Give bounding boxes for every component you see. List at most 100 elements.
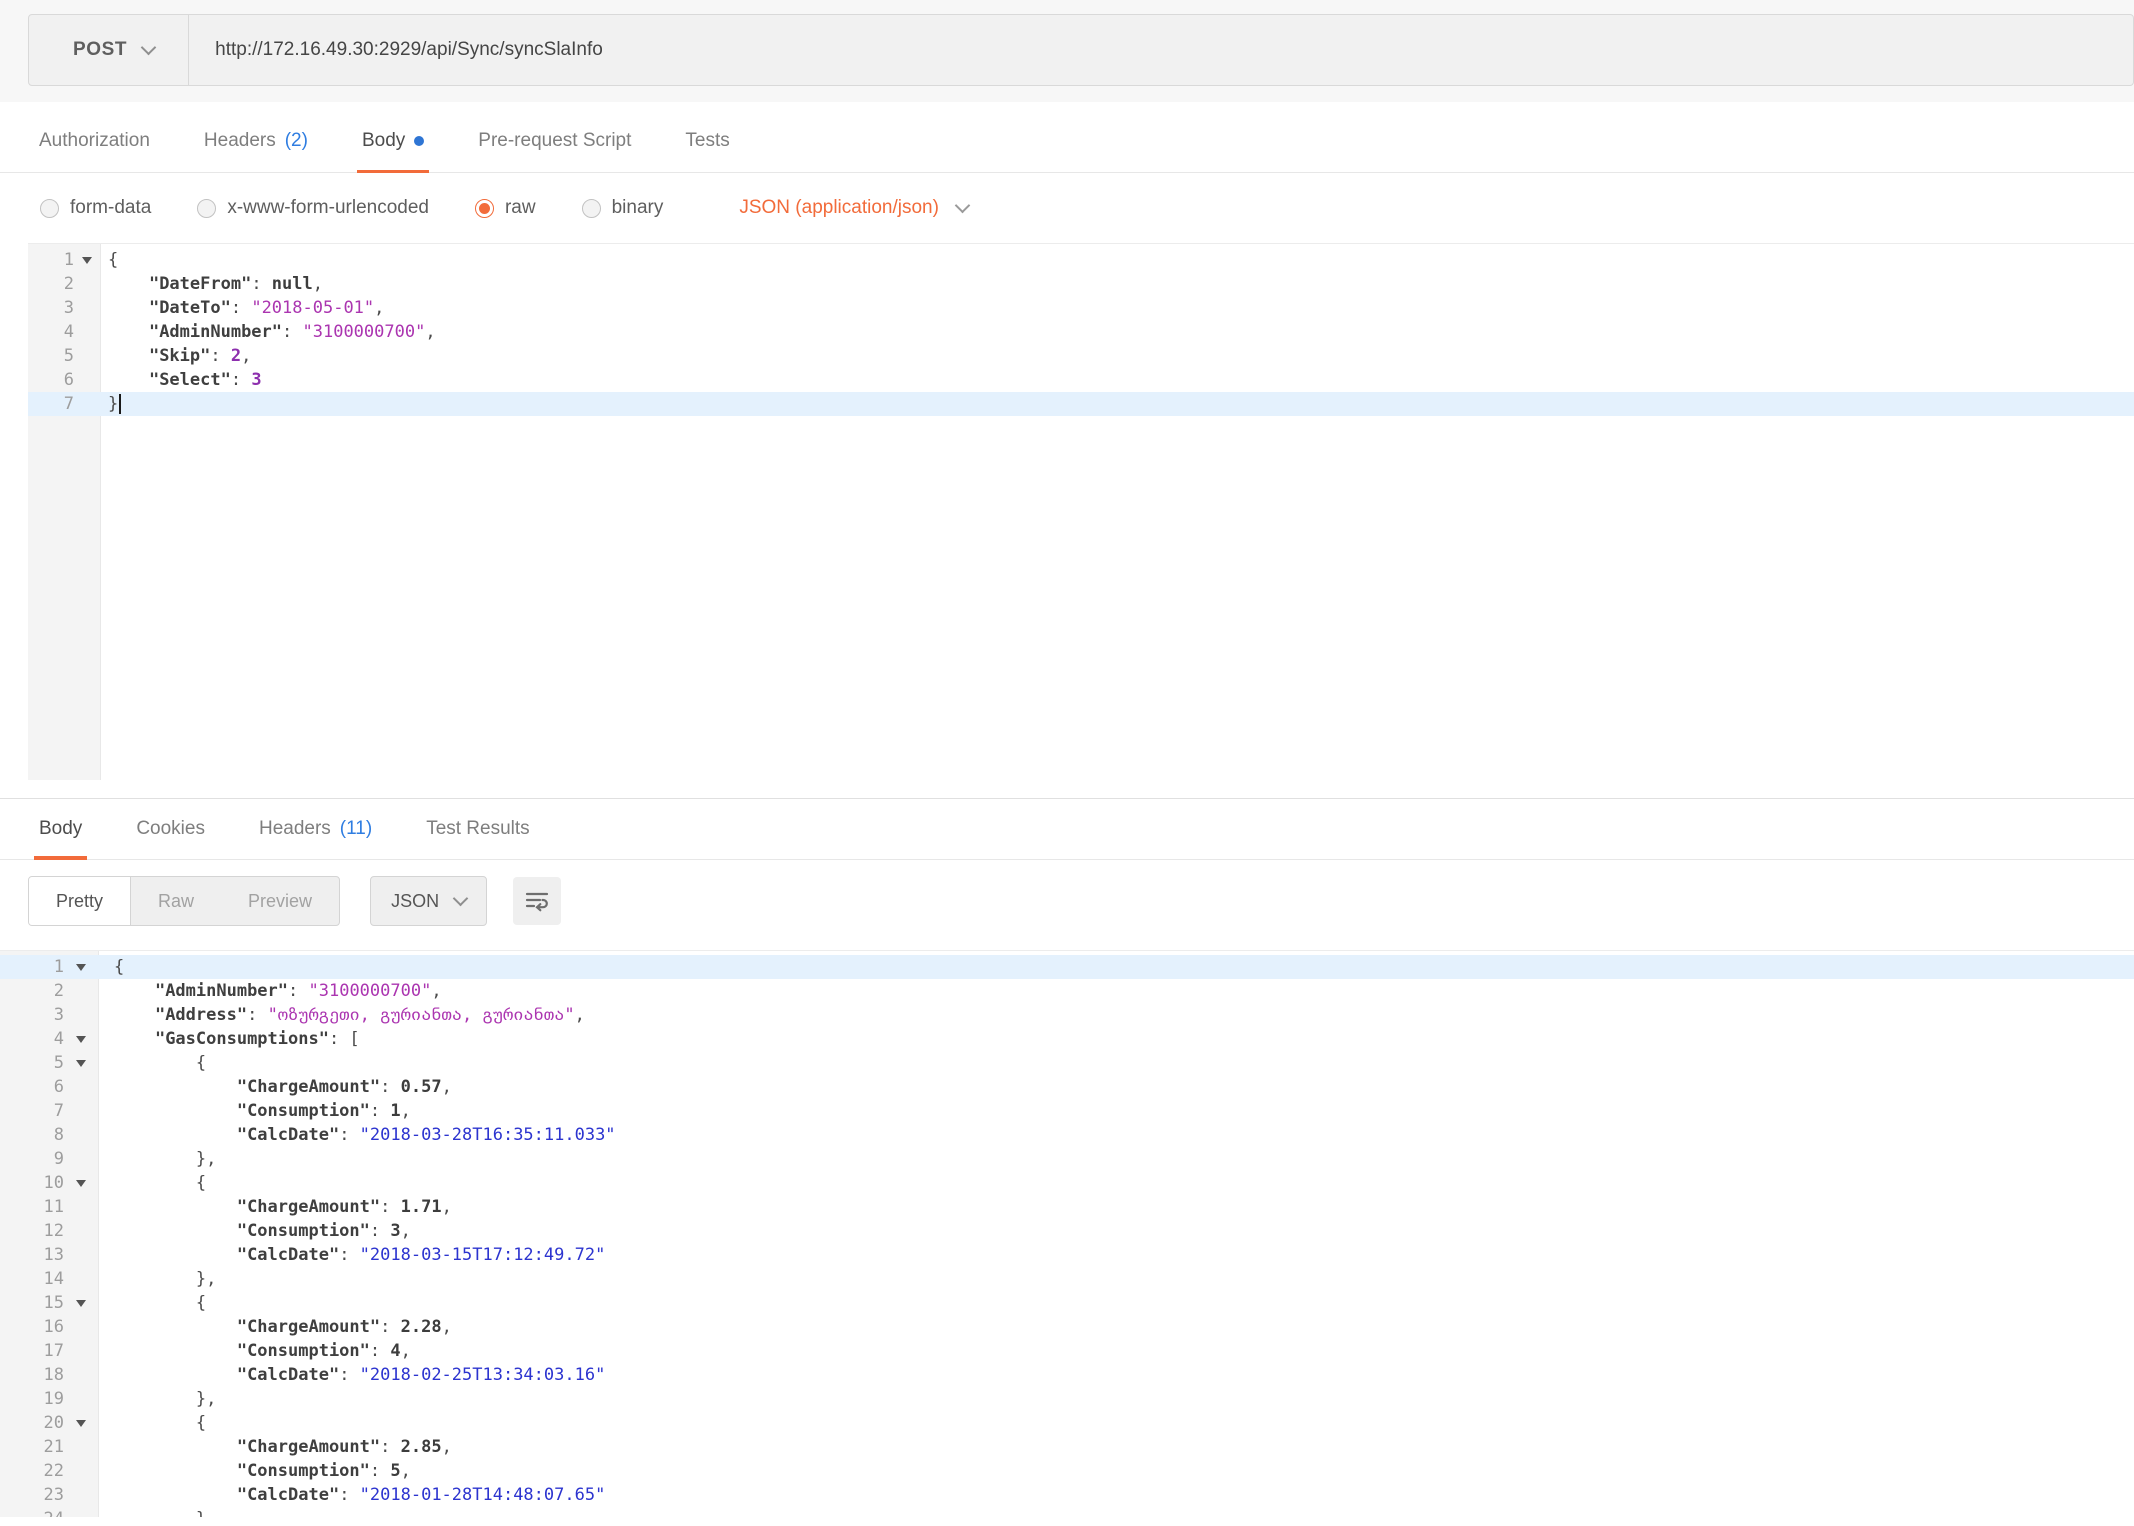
fold-toggle-icon[interactable] bbox=[64, 1411, 98, 1435]
content-type-dropdown[interactable]: JSON (application/json) bbox=[739, 197, 968, 219]
code-line-4[interactable]: 4 "AdminNumber": "3100000700", bbox=[28, 320, 2134, 344]
line-number: 6 bbox=[28, 368, 74, 392]
code-line-6[interactable]: 6 "ChargeAmount": 0.57, bbox=[0, 1075, 2134, 1099]
view-button-pretty[interactable]: Pretty bbox=[29, 877, 131, 925]
request-tab-authorization[interactable]: Authorization bbox=[34, 110, 155, 172]
code-line-7[interactable]: 7} bbox=[28, 392, 2134, 416]
code-line-11[interactable]: 11 "ChargeAmount": 1.71, bbox=[0, 1195, 2134, 1219]
code-line-1[interactable]: 1{ bbox=[28, 248, 2134, 272]
body-mode-radio-form-data[interactable]: form-data bbox=[40, 197, 151, 219]
code-line-10[interactable]: 10 { bbox=[0, 1171, 2134, 1195]
line-number: 9 bbox=[0, 1147, 64, 1171]
code-text: "Consumption": 1, bbox=[98, 1099, 411, 1123]
code-line-16[interactable]: 16 "ChargeAmount": 2.28, bbox=[0, 1315, 2134, 1339]
radio-label: raw bbox=[505, 197, 536, 219]
body-mode-radio-raw[interactable]: raw bbox=[475, 197, 536, 219]
code-line-2[interactable]: 2 "AdminNumber": "3100000700", bbox=[0, 979, 2134, 1003]
fold-toggle-icon[interactable] bbox=[64, 1027, 98, 1051]
response-format-dropdown[interactable]: JSON bbox=[370, 876, 487, 926]
code-line-8[interactable]: 8 "CalcDate": "2018-03-28T16:35:11.033" bbox=[0, 1123, 2134, 1147]
radio-label: binary bbox=[612, 197, 664, 219]
request-tab-pre-request-script[interactable]: Pre-request Script bbox=[473, 110, 636, 172]
body-mode-radios: form-data x-www-form-urlencoded raw binary bbox=[40, 197, 709, 219]
view-button-preview[interactable]: Preview bbox=[221, 877, 339, 925]
fold-spacer bbox=[74, 296, 100, 320]
request-tab-headers[interactable]: Headers(2) bbox=[199, 110, 313, 172]
code-text: "AdminNumber": "3100000700", bbox=[100, 320, 436, 344]
code-text: "CalcDate": "2018-03-28T16:35:11.033" bbox=[98, 1123, 616, 1147]
request-tab-tests[interactable]: Tests bbox=[680, 110, 734, 172]
code-text: "Consumption": 5, bbox=[98, 1459, 411, 1483]
code-line-2[interactable]: 2 "DateFrom": null, bbox=[28, 272, 2134, 296]
code-line-5[interactable]: 5 "Skip": 2, bbox=[28, 344, 2134, 368]
line-number: 8 bbox=[0, 1123, 64, 1147]
code-line-9[interactable]: 9 }, bbox=[0, 1147, 2134, 1171]
code-line-17[interactable]: 17 "Consumption": 4, bbox=[0, 1339, 2134, 1363]
response-tab-headers[interactable]: Headers(11) bbox=[254, 799, 377, 859]
tab-count-badge: (2) bbox=[285, 130, 308, 152]
code-text: "ChargeAmount": 2.85, bbox=[98, 1435, 452, 1459]
code-line-6[interactable]: 6 "Select": 3 bbox=[28, 368, 2134, 392]
body-mode-radio-x-www-form-urlencoded[interactable]: x-www-form-urlencoded bbox=[197, 197, 429, 219]
fold-toggle-icon[interactable] bbox=[74, 248, 100, 272]
fold-toggle-icon[interactable] bbox=[64, 955, 98, 979]
code-line-12[interactable]: 12 "Consumption": 3, bbox=[0, 1219, 2134, 1243]
line-number: 12 bbox=[0, 1219, 64, 1243]
code-text: { bbox=[98, 1051, 206, 1075]
line-number: 6 bbox=[0, 1075, 64, 1099]
fold-spacer bbox=[74, 272, 100, 296]
code-line-13[interactable]: 13 "CalcDate": "2018-03-15T17:12:49.72" bbox=[0, 1243, 2134, 1267]
line-number: 24 bbox=[0, 1507, 64, 1517]
code-text: { bbox=[98, 1411, 206, 1435]
line-number: 18 bbox=[0, 1363, 64, 1387]
code-line-23[interactable]: 23 "CalcDate": "2018-01-28T14:48:07.65" bbox=[0, 1483, 2134, 1507]
code-line-19[interactable]: 19 }, bbox=[0, 1387, 2134, 1411]
postman-window: POST http://172.16.49.30:2929/api/Sync/s… bbox=[0, 0, 2134, 1526]
method-dropdown[interactable]: POST bbox=[29, 15, 189, 85]
view-button-raw[interactable]: Raw bbox=[131, 877, 221, 925]
code-line-3[interactable]: 3 "Address": "ოზურგეთი, გურიანთა, გურიან… bbox=[0, 1003, 2134, 1027]
request-tab-body[interactable]: Body bbox=[357, 110, 429, 172]
fold-toggle-icon[interactable] bbox=[64, 1051, 98, 1075]
request-body-editor[interactable]: 1{2 "DateFrom": null,3 "DateTo": "2018-0… bbox=[28, 243, 2134, 780]
chevron-down-icon bbox=[955, 198, 971, 214]
code-text: }, bbox=[98, 1267, 216, 1291]
code-line-20[interactable]: 20 { bbox=[0, 1411, 2134, 1435]
line-number: 7 bbox=[28, 392, 74, 416]
code-line-21[interactable]: 21 "ChargeAmount": 2.85, bbox=[0, 1435, 2134, 1459]
code-text: "Skip": 2, bbox=[100, 344, 251, 368]
code-text: { bbox=[98, 1291, 206, 1315]
fold-spacer bbox=[64, 1099, 98, 1123]
code-line-24[interactable]: 24 }, bbox=[0, 1507, 2134, 1517]
code-line-22[interactable]: 22 "Consumption": 5, bbox=[0, 1459, 2134, 1483]
code-line-4[interactable]: 4 "GasConsumptions": [ bbox=[0, 1027, 2134, 1051]
request-tabs: Authorization Headers(2) Body Pre-request S… bbox=[0, 110, 2134, 173]
pane-splitter[interactable] bbox=[0, 780, 2134, 798]
line-number: 17 bbox=[0, 1339, 64, 1363]
url-input[interactable]: http://172.16.49.30:2929/api/Sync/syncSl… bbox=[189, 15, 2133, 85]
fold-spacer bbox=[64, 1195, 98, 1219]
code-line-18[interactable]: 18 "CalcDate": "2018-02-25T13:34:03.16" bbox=[0, 1363, 2134, 1387]
wrap-lines-button[interactable] bbox=[513, 877, 561, 925]
code-line-15[interactable]: 15 { bbox=[0, 1291, 2134, 1315]
code-text: "AdminNumber": "3100000700", bbox=[98, 979, 442, 1003]
line-number: 1 bbox=[28, 248, 74, 272]
response-body-editor[interactable]: 1{2 "AdminNumber": "3100000700",3 "Addre… bbox=[0, 950, 2134, 1517]
fold-toggle-icon[interactable] bbox=[64, 1171, 98, 1195]
code-line-3[interactable]: 3 "DateTo": "2018-05-01", bbox=[28, 296, 2134, 320]
response-tab-cookies[interactable]: Cookies bbox=[131, 799, 210, 859]
body-mode-radio-binary[interactable]: binary bbox=[582, 197, 664, 219]
response-tab-body[interactable]: Body bbox=[34, 799, 87, 859]
line-number: 11 bbox=[0, 1195, 64, 1219]
tab-label: Headers bbox=[259, 818, 331, 840]
body-mode-row: form-datax-www-form-urlencodedrawbinary … bbox=[0, 173, 2134, 243]
radio-icon bbox=[475, 199, 494, 218]
code-line-14[interactable]: 14 }, bbox=[0, 1267, 2134, 1291]
code-line-5[interactable]: 5 { bbox=[0, 1051, 2134, 1075]
code-line-1[interactable]: 1{ bbox=[0, 955, 2134, 979]
tab-label: Pre-request Script bbox=[478, 130, 631, 152]
radio-icon bbox=[582, 199, 601, 218]
response-tab-test-results[interactable]: Test Results bbox=[421, 799, 534, 859]
fold-toggle-icon[interactable] bbox=[64, 1291, 98, 1315]
code-line-7[interactable]: 7 "Consumption": 1, bbox=[0, 1099, 2134, 1123]
